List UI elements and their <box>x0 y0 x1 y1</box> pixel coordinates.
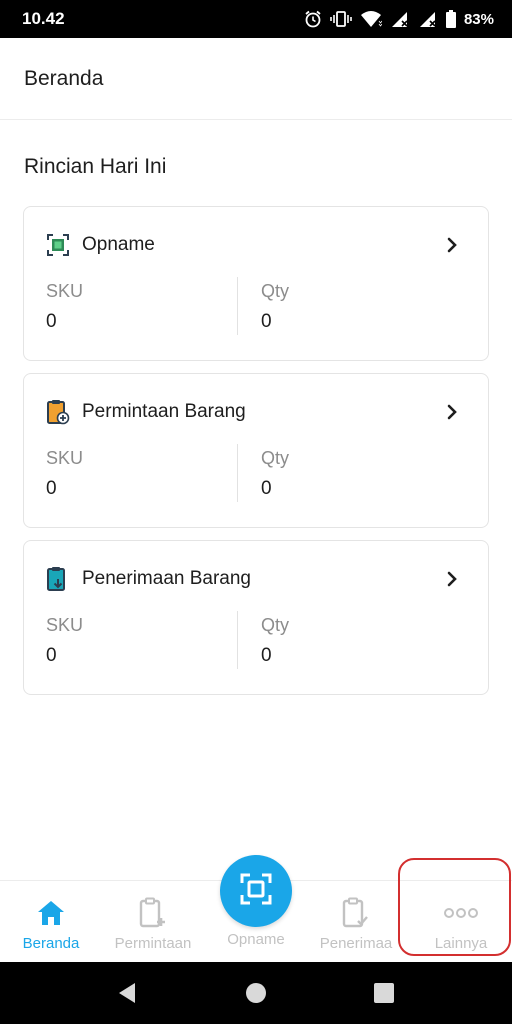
section-title: Rincian Hari Ini <box>24 155 167 178</box>
card-stats: SKU 0 Qty 0 <box>24 444 488 504</box>
battery-icon <box>445 10 456 28</box>
nav-item-beranda[interactable]: Beranda <box>10 881 92 963</box>
nav-label: Permintaan <box>114 935 192 952</box>
qty-value: 0 <box>261 311 272 332</box>
wifi-icon <box>360 10 382 28</box>
alarm-icon <box>304 10 322 28</box>
sku-stat: SKU 0 <box>46 277 83 339</box>
page-title: Beranda <box>24 66 104 90</box>
scan-icon <box>239 872 273 911</box>
sku-value: 0 <box>46 645 57 666</box>
home-button-icon[interactable] <box>226 962 286 1024</box>
qty-value: 0 <box>261 478 272 499</box>
nav-label: Penerimaa <box>319 935 393 952</box>
permintaan-barang-card[interactable]: Permintaan Barang SKU 0 Qty 0 <box>23 373 489 528</box>
sku-label: SKU <box>46 615 84 635</box>
nav-item-penerimaan[interactable]: Penerimaa <box>306 881 406 963</box>
clipboard-receive-icon <box>45 565 71 593</box>
nav-label: Beranda <box>22 935 80 952</box>
app-header: Beranda <box>0 38 512 120</box>
sku-value: 0 <box>46 311 57 332</box>
sku-label: SKU <box>46 281 84 301</box>
status-icons: 83% <box>304 10 494 28</box>
opname-scan-icon <box>45 231 71 259</box>
qty-stat: Qty 0 <box>237 611 289 669</box>
sku-stat: SKU 0 <box>46 444 83 506</box>
card-title: Permintaan Barang <box>82 401 246 422</box>
nav-item-permintaan[interactable]: Permintaan <box>104 881 202 963</box>
nav-label-opname: Opname <box>227 931 285 948</box>
sku-label: SKU <box>46 448 84 468</box>
card-stats: SKU 0 Qty 0 <box>24 611 488 671</box>
system-navigation-bar <box>0 962 512 1024</box>
sku-value: 0 <box>46 478 57 499</box>
sku-stat: SKU 0 <box>46 611 83 673</box>
card-header: Opname <box>45 229 460 261</box>
status-bar: 10.42 83% <box>0 0 512 38</box>
qty-label: Qty <box>261 281 290 301</box>
qty-stat: Qty 0 <box>237 277 289 335</box>
signal-icon-2 <box>418 10 438 28</box>
home-icon <box>36 897 66 929</box>
qty-label: Qty <box>261 448 290 468</box>
card-header: Penerimaan Barang <box>45 563 460 595</box>
opname-scan-button[interactable] <box>220 855 292 927</box>
chevron-right-icon[interactable] <box>444 402 460 422</box>
clipboard-add-icon <box>138 897 168 929</box>
status-time: 10.42 <box>22 9 65 28</box>
clipboard-add-icon <box>45 398 71 426</box>
chevron-right-icon[interactable] <box>444 569 460 589</box>
highlight-annotation <box>398 858 511 956</box>
card-title: Opname <box>82 234 155 255</box>
recents-icon[interactable] <box>354 962 414 1024</box>
opname-card[interactable]: Opname SKU 0 Qty 0 <box>23 206 489 361</box>
qty-stat: Qty 0 <box>237 444 289 502</box>
card-stats: SKU 0 Qty 0 <box>24 277 488 337</box>
vibrate-icon <box>330 10 352 28</box>
card-header: Permintaan Barang <box>45 396 460 428</box>
chevron-right-icon[interactable] <box>444 235 460 255</box>
qty-value: 0 <box>261 645 272 666</box>
qty-label: Qty <box>261 615 290 635</box>
penerimaan-barang-card[interactable]: Penerimaan Barang SKU 0 Qty 0 <box>23 540 489 695</box>
card-title: Penerimaan Barang <box>82 568 251 589</box>
battery-percent: 83% <box>463 10 494 28</box>
signal-icon <box>390 10 410 28</box>
clipboard-check-icon <box>341 897 371 929</box>
back-icon[interactable] <box>97 962 157 1024</box>
